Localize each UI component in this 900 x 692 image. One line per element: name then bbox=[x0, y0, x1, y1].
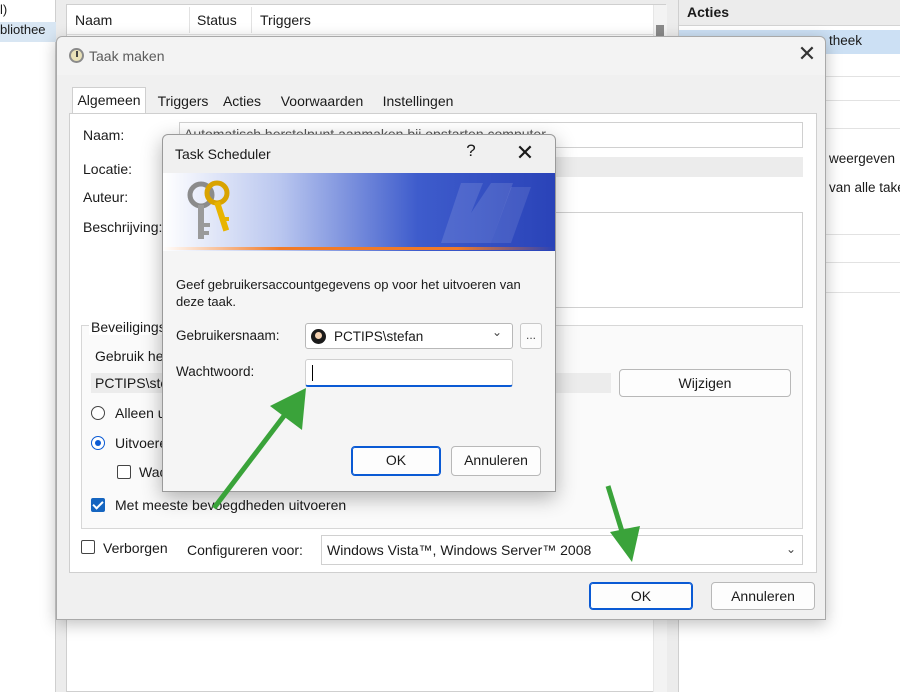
column-naam[interactable]: Naam bbox=[75, 12, 112, 28]
create-task-titlebar: Taak maken ✕ bbox=[57, 37, 825, 75]
tab-triggers[interactable]: Triggers bbox=[152, 89, 214, 113]
task-scheduler-dialog: Task Scheduler ? ✕ Geef gebruikersaccoun… bbox=[162, 134, 556, 492]
dialog-title: Task Scheduler bbox=[175, 146, 271, 162]
cancel-button[interactable]: Annuleren bbox=[711, 582, 815, 610]
tab-algemeen[interactable]: Algemeen bbox=[72, 87, 146, 114]
tab-acties[interactable]: Acties bbox=[219, 89, 265, 113]
hidden-label: Verborgen bbox=[103, 540, 168, 556]
clock-icon bbox=[69, 48, 84, 63]
window-title: Taak maken bbox=[89, 48, 165, 64]
chevron-down-icon: ⌄ bbox=[492, 325, 503, 339]
chevron-down-icon: ⌄ bbox=[786, 542, 797, 556]
nav-item[interactable]: l) bbox=[0, 2, 56, 17]
configure-for-select[interactable]: Windows Vista™, Windows Server™ 2008 ⌄ bbox=[321, 535, 803, 565]
ok-button[interactable]: OK bbox=[589, 582, 693, 610]
configure-for-label: Configureren voor: bbox=[187, 542, 303, 558]
password-label: Wachtwoord: bbox=[176, 364, 255, 379]
highest-privileges-label: Met meeste bevoegdheden uitvoeren bbox=[115, 497, 347, 513]
radio-run-whether-label: Uitvoere bbox=[115, 435, 168, 451]
tab-voorwaarden[interactable]: Voorwaarden bbox=[276, 89, 368, 113]
naam-label: Naam: bbox=[83, 127, 125, 143]
left-navigation-pane: l) bliothee bbox=[0, 0, 56, 692]
auteur-label: Auteur: bbox=[83, 189, 129, 205]
radio-only-logged-on[interactable] bbox=[91, 406, 105, 420]
actions-header: Acties bbox=[679, 0, 900, 26]
nav-item-selected[interactable]: bliothee bbox=[0, 22, 56, 42]
keys-icon bbox=[187, 180, 230, 239]
change-user-button[interactable]: Wijzigen bbox=[619, 369, 791, 397]
checkbox-highest-privileges[interactable] bbox=[91, 498, 105, 512]
username-value: PCTIPS\stefan bbox=[334, 329, 424, 344]
user-avatar-icon bbox=[311, 329, 326, 344]
column-status[interactable]: Status bbox=[197, 12, 237, 28]
tab-instellingen[interactable]: Instellingen bbox=[375, 89, 461, 113]
dialog-description: Geef gebruikersaccountgegevens op voor h… bbox=[176, 277, 521, 309]
dialog-cancel-button[interactable]: Annuleren bbox=[451, 446, 541, 476]
column-triggers[interactable]: Triggers bbox=[260, 12, 311, 28]
checkbox-do-not-store-password[interactable] bbox=[117, 465, 131, 479]
help-icon[interactable]: ? bbox=[461, 141, 481, 161]
checkbox-hidden[interactable] bbox=[81, 540, 95, 554]
radio-run-whether-logged-on[interactable] bbox=[91, 436, 105, 450]
beschrijving-label: Beschrijving: bbox=[83, 219, 163, 235]
banner-watermark-icon bbox=[441, 183, 531, 243]
username-combobox[interactable]: PCTIPS\stefan ⌄ bbox=[305, 323, 513, 349]
radio-only-logged-on-label: Alleen u bbox=[115, 405, 166, 421]
browse-user-button[interactable]: ... bbox=[520, 323, 542, 349]
close-icon[interactable]: ✕ bbox=[513, 140, 537, 166]
task-list-header: Naam Status Triggers bbox=[67, 5, 667, 35]
username-label: Gebruikersnaam: bbox=[176, 328, 280, 343]
use-account-label: Gebruik he bbox=[95, 348, 164, 364]
password-input[interactable] bbox=[305, 359, 513, 387]
security-legend: Beveiligings bbox=[89, 319, 168, 335]
locatie-label: Locatie: bbox=[83, 161, 133, 177]
close-icon[interactable]: ✕ bbox=[795, 43, 819, 67]
text-caret bbox=[312, 365, 313, 381]
configure-for-value: Windows Vista™, Windows Server™ 2008 bbox=[327, 542, 592, 558]
credentials-banner bbox=[163, 173, 555, 251]
dialog-ok-button[interactable]: OK bbox=[351, 446, 441, 476]
banner-divider bbox=[163, 247, 555, 250]
